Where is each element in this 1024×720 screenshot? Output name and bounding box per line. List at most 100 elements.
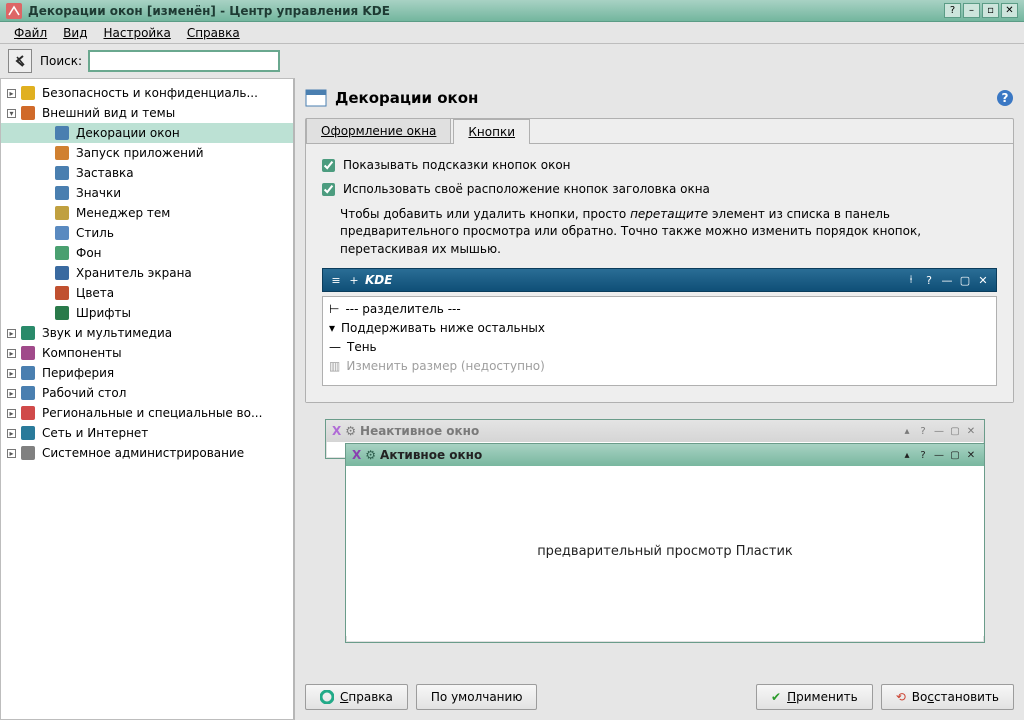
defaults-button[interactable]: По умолчанию [416,684,538,710]
checkbox-show-tooltips-input[interactable] [322,159,335,172]
sidebar-item-label: Безопасность и конфиденциаль... [42,86,258,100]
sidebar-item[interactable]: Запуск приложений [1,143,293,163]
menubar: Файл Вид Настройка Справка [0,22,1024,44]
tb-min-icon[interactable]: — [940,273,954,287]
expander-icon[interactable]: ▸ [7,349,16,358]
check-icon: ✔ [771,690,781,704]
pv-close-icon[interactable]: ✕ [964,424,978,438]
sidebar-item-label: Системное администрирование [42,446,244,460]
expander-icon[interactable]: ▸ [7,89,16,98]
apply-button[interactable]: ✔ Применить [756,684,873,710]
tb-sticky-icon[interactable]: ⍿ [904,273,918,287]
available-button-item: ▥Изменить размер (недоступно) [329,356,990,375]
menu-settings[interactable]: Настройка [95,24,178,42]
tb-help-icon[interactable]: ? [922,273,936,287]
sidebar-item[interactable]: Хранитель экрана [1,263,293,283]
checkbox-custom-layout-input[interactable] [322,183,335,196]
sidebar-item[interactable]: Значки [1,183,293,203]
sidebar-item-label: Сеть и Интернет [42,426,148,440]
expander-icon [41,169,50,178]
minimize-button[interactable]: – [963,3,980,18]
content-header: Декорации окон ? [305,84,1014,112]
expander-icon[interactable]: ▸ [7,389,16,398]
maximize-button[interactable]: ▫ [982,3,999,18]
grid-icon [54,185,70,201]
sidebar-item[interactable]: Фон [1,243,293,263]
restore-button[interactable]: ⟲ Восстановить [881,684,1014,710]
page-title: Декорации окон [335,89,478,107]
close-button[interactable]: ✕ [1001,3,1018,18]
button-glyph-icon: ⊢ [329,302,339,316]
x-icon: X [352,448,361,462]
sidebar-item-label: Компоненты [42,346,122,360]
available-button-item[interactable]: ▾Поддерживать ниже остальных [329,318,990,337]
sidebar-item[interactable]: Шрифты [1,303,293,323]
tb-menu-icon[interactable]: ≡ [329,273,343,287]
active-window-title: Активное окно [380,448,898,462]
sidebar-category[interactable]: ▸ Безопасность и конфиденциаль... [1,83,293,103]
usb-icon [20,365,36,381]
titlebar: Декорации окон [изменён] - Центр управле… [0,0,1024,22]
key-icon [20,85,36,101]
tab-decoration[interactable]: Оформление окна [306,118,451,143]
sidebar-item[interactable]: Декорации окон [1,123,293,143]
available-button-item[interactable]: —Тень [329,337,990,356]
tb-close-icon[interactable]: ✕ [976,273,990,287]
sidebar-category[interactable]: ▸Звук и мультимедиа [1,323,293,343]
sidebar-category[interactable]: ▸ Сеть и Интернет [1,423,293,443]
sidebar-item-label: Менеджер тем [76,206,170,220]
life-ring-icon [320,690,334,704]
menu-file[interactable]: Файл [6,24,55,42]
titlebar-preview-title: KDE [365,273,392,287]
expander-icon [41,249,50,258]
sidebar-item[interactable]: Заставка [1,163,293,183]
sidebar-item[interactable]: Менеджер тем [1,203,293,223]
help-icon[interactable]: ? [996,89,1014,107]
tb-plus-icon[interactable]: + [347,273,361,287]
expander-icon[interactable]: ▸ [7,449,16,458]
sidebar-category[interactable]: ▸Периферия [1,363,293,383]
button-glyph-icon: ▥ [329,359,340,373]
expander-icon[interactable]: ▸ [7,329,16,338]
pv-up-icon[interactable]: ▴ [900,424,914,438]
expander-icon[interactable]: ▸ [7,429,16,438]
available-buttons-list[interactable]: ⊢--- разделитель ---▾Поддерживать ниже о… [322,296,997,386]
sidebar-category[interactable]: ▾Внешний вид и темы [1,103,293,123]
menu-help[interactable]: Справка [179,24,248,42]
pv-up-icon[interactable]: ▴ [900,448,914,462]
sidebar-category[interactable]: ▸ Региональные и специальные во... [1,403,293,423]
sidebar-item-label: Региональные и специальные во... [42,406,262,420]
expander-icon [41,209,50,218]
pv-max-icon[interactable]: ▢ [948,424,962,438]
checkbox-show-tooltips[interactable]: Показывать подсказки кнопок окон [322,158,997,172]
palette-icon [20,105,36,121]
sidebar-category[interactable]: ▸ Системное администрирование [1,443,293,463]
pv-help-icon[interactable]: ? [916,448,930,462]
paint-icon [54,285,70,301]
back-button[interactable] [8,49,32,73]
pv-min-icon[interactable]: — [932,424,946,438]
titlebar-preview[interactable]: ≡ + KDE ⍿ ? — ▢ ✕ [322,268,997,292]
menu-view[interactable]: Вид [55,24,95,42]
available-button-label: Тень [347,340,377,354]
checkbox-custom-layout[interactable]: Использовать своё расположение кнопок за… [322,182,997,196]
sidebar-category[interactable]: ▸Рабочий стол [1,383,293,403]
sidebar-item[interactable]: Цвета [1,283,293,303]
expander-icon[interactable]: ▾ [7,109,16,118]
pv-help-icon[interactable]: ? [916,424,930,438]
sidebar-category[interactable]: ▸ Компоненты [1,343,293,363]
available-button-item[interactable]: ⊢--- разделитель --- [329,299,990,318]
pv-max-icon[interactable]: ▢ [948,448,962,462]
tab-buttons[interactable]: Кнопки [453,119,530,144]
preview-window-active: X ⚙ Активное окно ▴ ? — ▢ ✕ предваритель… [345,443,985,643]
tb-max-icon[interactable]: ▢ [958,273,972,287]
pv-min-icon[interactable]: — [932,448,946,462]
expander-icon[interactable]: ▸ [7,409,16,418]
sidebar-item[interactable]: Стиль [1,223,293,243]
expander-icon [41,129,50,138]
help-button-titlebar[interactable]: ? [944,3,961,18]
expander-icon[interactable]: ▸ [7,369,16,378]
help-button[interactable]: Справка [305,684,408,710]
pv-close-icon[interactable]: ✕ [964,448,978,462]
search-input[interactable] [88,50,280,72]
